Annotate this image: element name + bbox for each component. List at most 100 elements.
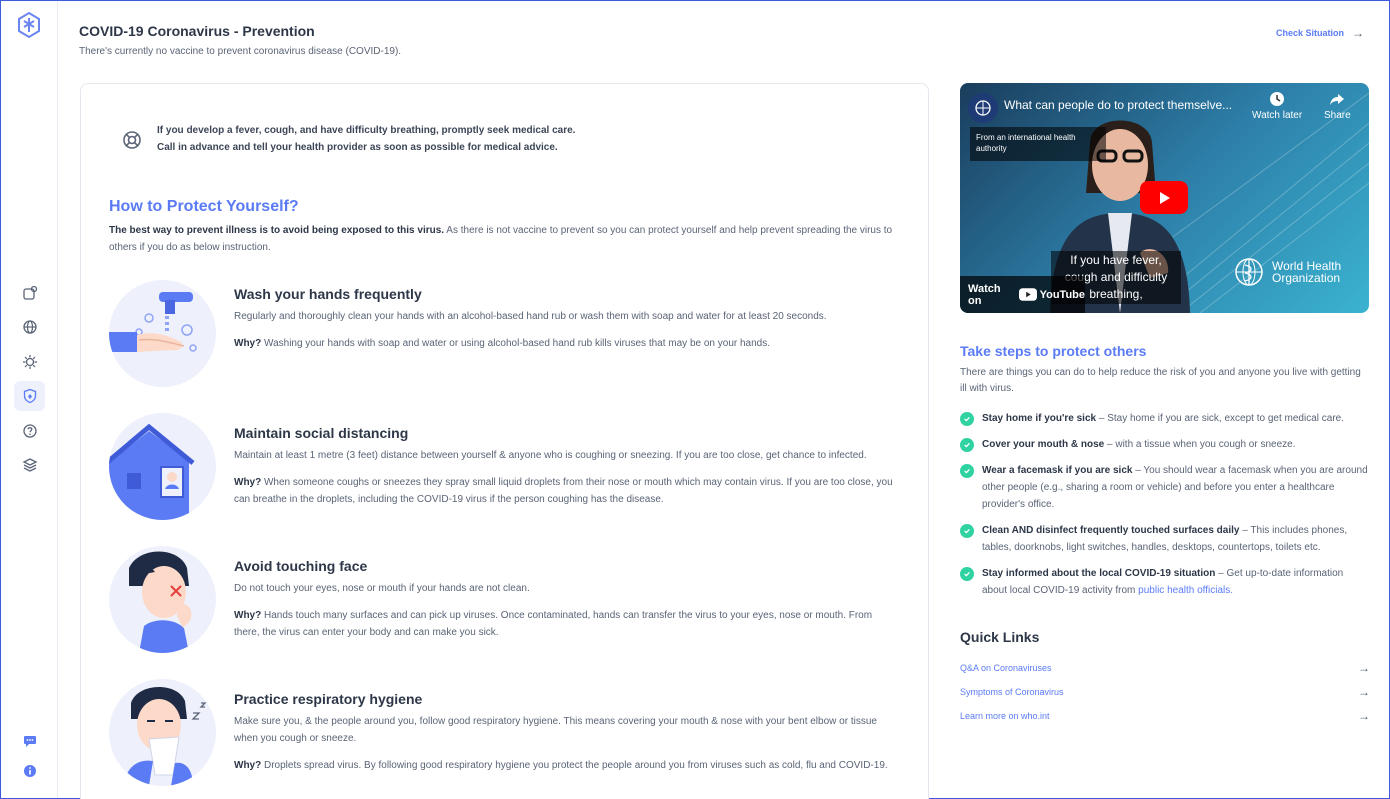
sidebar-item-prevention[interactable] xyxy=(14,381,45,411)
watch-on-youtube-button[interactable]: Watch on YouTube xyxy=(960,276,1085,313)
item-bold: Wear a facemask if you are sick xyxy=(982,465,1133,476)
list-item: Cover your mouth & nose – with a tissue … xyxy=(960,436,1370,453)
howto-intro: The best way to prevent illness is to av… xyxy=(109,222,904,256)
globe-icon xyxy=(22,320,37,334)
check-circle-icon xyxy=(960,524,974,538)
quick-link-label: Symptoms of Coronavirus xyxy=(960,687,1064,697)
item-text: – Stay home if you are sick, except to g… xyxy=(1096,413,1344,424)
help-icon xyxy=(22,424,37,438)
step-title: Maintain social distancing xyxy=(234,425,409,441)
sidebar-item-globe[interactable] xyxy=(14,312,45,342)
why-text: When someone coughs or sneezes they spra… xyxy=(234,477,893,505)
protect-others-intro: There are things you can do to help redu… xyxy=(960,367,1361,394)
sidebar-item-layers[interactable] xyxy=(14,450,45,480)
quick-links-list: Q&A on Coronaviruses → Symptoms of Coron… xyxy=(960,656,1370,728)
why-label: Why? xyxy=(234,760,262,771)
share-icon xyxy=(1330,94,1345,105)
why-label: Why? xyxy=(234,610,262,621)
arrow-right-icon: → xyxy=(1358,685,1370,699)
howto-intro-bold: The best way to prevent illness is to av… xyxy=(109,225,445,236)
why-label: Why? xyxy=(234,338,262,349)
sidebar-item-chat[interactable] xyxy=(14,726,45,756)
step-title: Avoid touching face xyxy=(234,558,368,574)
play-button[interactable] xyxy=(1140,181,1188,214)
item-bold: Stay informed about the local COVID-19 s… xyxy=(982,568,1216,579)
prevention-card: If you develop a fever, cough, and have … xyxy=(80,83,929,799)
step-why: Why? Droplets spread virus. By following… xyxy=(234,757,899,774)
youtube-video-embed[interactable]: What can people do to protect themselve.… xyxy=(960,83,1369,313)
avoid-touching-face-illustration xyxy=(109,546,216,653)
play-icon xyxy=(1160,191,1170,204)
check-circle-icon xyxy=(960,412,974,426)
step-desc: Regularly and thoroughly clean your hand… xyxy=(234,311,827,322)
protect-others-title: Take steps to protect others xyxy=(960,343,1147,359)
list-item: Wear a facemask if you are sick – You sh… xyxy=(960,462,1370,513)
youtube-logo: YouTube xyxy=(1018,288,1085,301)
why-text: Washing your hands with soap and water o… xyxy=(261,338,771,349)
arrow-right-icon: → xyxy=(1358,661,1370,675)
source-info-badge[interactable]: From an international health authority xyxy=(970,127,1106,161)
quick-link-qa[interactable]: Q&A on Coronaviruses → xyxy=(960,656,1370,680)
sidebar-item-info[interactable] xyxy=(14,756,45,786)
step-desc: Maintain at least 1 metre (3 feet) dista… xyxy=(234,450,867,461)
quick-link-label: Q&A on Coronaviruses xyxy=(960,663,1052,673)
item-bold: Clean AND disinfect frequently touched s… xyxy=(982,525,1240,536)
item-text: – with a tissue when you cough or sneeze… xyxy=(1104,439,1296,450)
who-emblem-icon xyxy=(975,100,991,116)
check-situation-label: Check Situation xyxy=(1275,28,1344,38)
protect-others-list: Stay home if you're sick – Stay home if … xyxy=(960,410,1370,608)
sidebar-item-help[interactable] xyxy=(14,416,45,446)
list-item: Clean AND disinfect frequently touched s… xyxy=(960,522,1370,556)
sidebar-item-virus[interactable] xyxy=(14,347,45,377)
page-subtitle: There's currently no vaccine to prevent … xyxy=(79,46,402,57)
virus-icon xyxy=(22,355,37,369)
quick-link-label: Learn more on who.int xyxy=(960,711,1050,721)
page-title: COVID-19 Coronavirus - Prevention xyxy=(79,23,315,39)
social-distancing-illustration xyxy=(109,413,216,520)
step-why: Why? When someone coughs or sneezes they… xyxy=(234,474,899,508)
watch-later-button[interactable]: Watch later xyxy=(1252,91,1302,121)
share-button[interactable]: Share xyxy=(1324,91,1351,121)
step-desc: Make sure you, & the people around you, … xyxy=(234,716,877,744)
why-label: Why? xyxy=(234,477,262,488)
medical-alert: If you develop a fever, cough, and have … xyxy=(121,122,575,156)
step-title: Practice respiratory hygiene xyxy=(234,691,423,707)
step-why: Why? Hands touch many surfaces and can p… xyxy=(234,607,899,641)
step-desc: Do not touch your eyes, nose or mouth if… xyxy=(234,583,530,594)
step-title: Wash your hands frequently xyxy=(234,286,422,302)
app-logo[interactable] xyxy=(16,11,42,39)
respiratory-hygiene-illustration xyxy=(109,679,216,786)
sidebar xyxy=(1,1,58,798)
face-icon xyxy=(129,551,192,653)
logo-icon xyxy=(18,11,40,39)
list-item: Stay informed about the local COVID-19 s… xyxy=(960,565,1370,599)
list-item: Stay home if you're sick – Stay home if … xyxy=(960,410,1370,427)
quick-link-symptoms[interactable]: Symptoms of Coronavirus → xyxy=(960,680,1370,704)
house-icon xyxy=(109,423,195,520)
public-health-officials-link[interactable]: public health officials. xyxy=(1138,585,1233,596)
who-globe-icon xyxy=(1235,258,1263,286)
alert-line-2: Call in advance and tell your health pro… xyxy=(157,142,558,153)
info-icon xyxy=(23,765,36,777)
lifebuoy-icon xyxy=(123,131,141,149)
quick-link-who[interactable]: Learn more on who.int → xyxy=(960,704,1370,728)
arrow-right-icon: → xyxy=(1352,26,1364,40)
check-circle-icon xyxy=(960,438,974,452)
video-title[interactable]: What can people do to protect themselve.… xyxy=(1004,98,1232,112)
quick-links-title: Quick Links xyxy=(960,629,1040,645)
share-label: Share xyxy=(1324,110,1351,121)
item-bold: Cover your mouth & nose xyxy=(982,439,1105,450)
alert-line-1: If you develop a fever, cough, and have … xyxy=(157,125,576,136)
check-circle-icon xyxy=(960,464,974,478)
why-text: Droplets spread virus. By following good… xyxy=(261,760,888,771)
who-channel-avatar[interactable] xyxy=(968,93,998,123)
handwash-icon xyxy=(109,292,197,352)
youtube-wordmark: YouTube xyxy=(1039,288,1085,301)
chat-icon xyxy=(23,736,36,747)
item-bold: Stay home if you're sick xyxy=(982,413,1097,424)
sidebar-item-cards[interactable] xyxy=(14,278,45,308)
layers-icon xyxy=(22,458,37,472)
check-situation-link[interactable]: Check Situation → xyxy=(1276,26,1364,40)
step-why: Why? Washing your hands with soap and wa… xyxy=(234,335,899,352)
who-logo: World Health Organization xyxy=(1232,255,1341,289)
